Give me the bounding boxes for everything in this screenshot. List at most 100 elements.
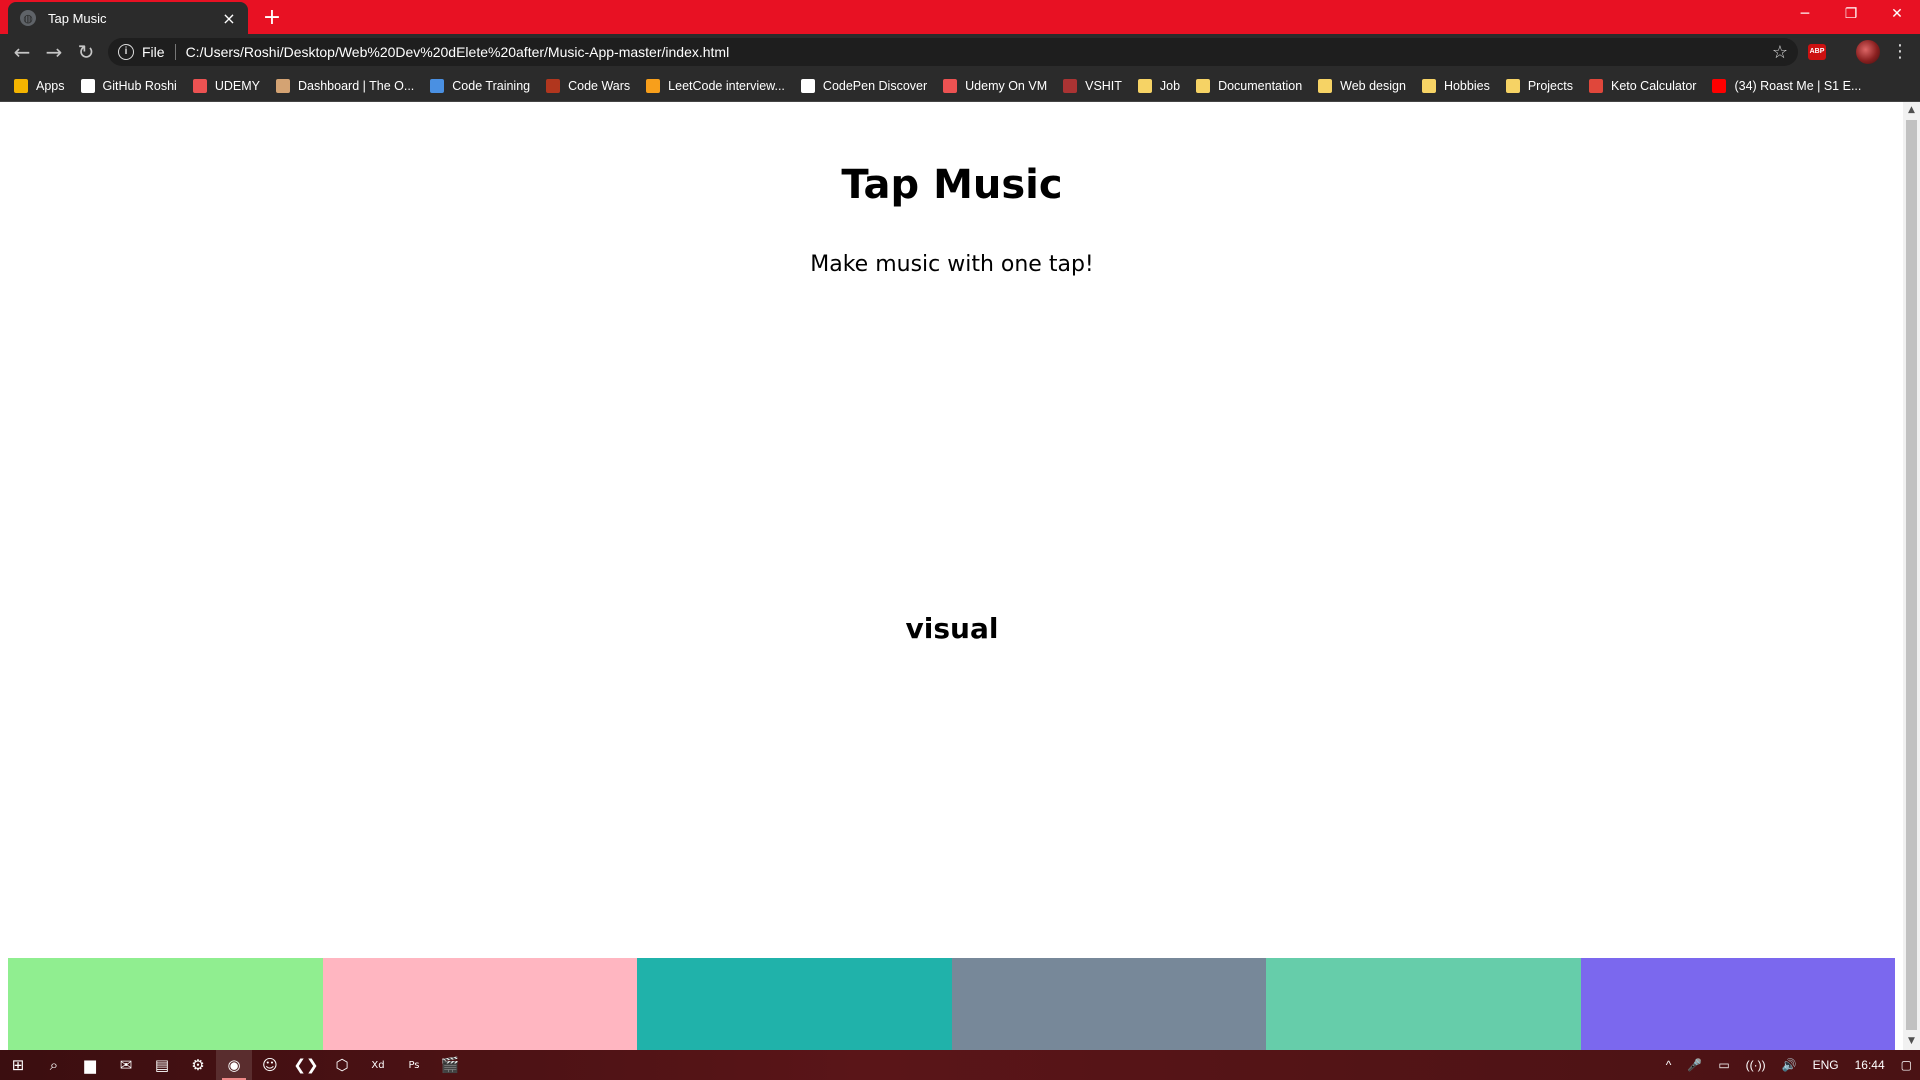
folder-icon: ▆	[84, 1056, 96, 1074]
pad-6[interactable]	[1580, 958, 1895, 1050]
bookmark-label: GitHub Roshi	[102, 78, 177, 93]
bookmark-label: Documentation	[1218, 78, 1303, 93]
language-indicator[interactable]: ENG	[1813, 1058, 1839, 1072]
clapper[interactable]: 🎬	[432, 1050, 468, 1080]
address-bar[interactable]: i File C:/Users/Roshi/Desktop/Web%20Dev%…	[108, 38, 1798, 66]
vscode-icon: ❮❯	[293, 1056, 319, 1074]
search-button[interactable]: ⌕	[36, 1050, 72, 1080]
browser-toolbar: ← → ↻ i File C:/Users/Roshi/Desktop/Web%…	[0, 34, 1920, 70]
info-icon[interactable]: i	[118, 44, 134, 60]
folder-icon	[1318, 78, 1333, 93]
bookmark-item[interactable]: Documentation	[1196, 78, 1303, 93]
profile-avatar[interactable]	[1856, 40, 1880, 64]
app-5[interactable]: ▤	[144, 1050, 180, 1080]
bookmark-item[interactable]: Code Training	[430, 78, 530, 93]
folder-icon	[1505, 78, 1520, 93]
volume-icon[interactable]: 🔊	[1782, 1058, 1797, 1072]
chrome[interactable]: ◉	[216, 1050, 252, 1080]
page-scrollbar[interactable]: ▲ ▼	[1903, 102, 1920, 1050]
sound-pads	[8, 958, 1895, 1050]
pad-5[interactable]	[1266, 958, 1581, 1050]
close-tab-icon[interactable]: ×	[220, 9, 238, 28]
bookmark-label: LeetCode interview...	[668, 78, 785, 93]
scrollbar-thumb[interactable]	[1906, 120, 1917, 1030]
github-icon	[80, 78, 95, 93]
virtualbox[interactable]: ⬡	[324, 1050, 360, 1080]
bookmark-item[interactable]: CodePen Discover	[800, 78, 928, 93]
windows-icon: ⊞	[11, 1056, 25, 1074]
bookmark-item[interactable]: (34) Roast Me | S1 E...	[1712, 78, 1862, 93]
photoshop[interactable]: Ps	[396, 1050, 432, 1080]
chrome-icon: ◉	[227, 1056, 241, 1074]
reload-icon[interactable]: ↻	[72, 38, 100, 66]
discord[interactable]: ☺	[252, 1050, 288, 1080]
bookmark-item[interactable]: Apps	[14, 78, 65, 93]
battery-icon[interactable]: ▭	[1718, 1058, 1729, 1072]
keto-icon	[1588, 78, 1603, 93]
cloud-icon	[430, 78, 445, 93]
adobe-xd[interactable]: Xd	[360, 1050, 396, 1080]
tab-title: Tap Music	[48, 10, 107, 26]
bookmark-label: CodePen Discover	[822, 78, 928, 93]
vscode[interactable]: ❮❯	[288, 1050, 324, 1080]
file-explorer[interactable]: ▆	[72, 1050, 108, 1080]
notifications-icon[interactable]: ▢	[1901, 1058, 1912, 1072]
browser-tab[interactable]: ◍ Tap Music ×	[8, 2, 248, 34]
steam[interactable]: ⚙	[180, 1050, 216, 1080]
bookmark-item[interactable]: Web design	[1318, 78, 1406, 93]
globe-icon: ◍	[20, 10, 36, 26]
bookmark-item[interactable]: Dashboard | The O...	[276, 78, 414, 93]
bookmark-item[interactable]: LeetCode interview...	[646, 78, 785, 93]
page-viewport: Tap Music Make music with one tap! visua…	[0, 102, 1920, 1050]
udemy-icon	[943, 78, 958, 93]
bookmark-label: Job	[1159, 78, 1181, 93]
bookmark-item[interactable]: VSHIT	[1063, 78, 1122, 93]
start-button[interactable]: ⊞	[0, 1050, 36, 1080]
pad-1[interactable]	[8, 958, 323, 1050]
new-tab-button[interactable]: +	[258, 4, 286, 32]
windows-taskbar: ⊞ ⌕ ▆ ✉ ▤ ⚙ ◉ ☺ ❮❯ ⬡ Xd Ps 🎬 ^ 🎤 ▭ ((·)) 🔊 ENG 16:44…	[0, 1050, 1920, 1080]
menu-icon[interactable]: ⋮	[1890, 38, 1910, 66]
steam-icon: ⚙	[191, 1056, 205, 1074]
bookmark-label: Web design	[1340, 78, 1406, 93]
bookmark-label: (34) Roast Me | S1 E...	[1734, 78, 1862, 93]
bookmark-item[interactable]: Projects	[1505, 78, 1573, 93]
back-arrow-icon[interactable]: ←	[8, 38, 36, 66]
pad-2[interactable]	[322, 958, 637, 1050]
leetcode-icon	[646, 78, 661, 93]
youtube-icon	[1712, 78, 1727, 93]
bookmark-label: Projects	[1527, 78, 1573, 93]
wifi-icon[interactable]: ((·))	[1746, 1058, 1766, 1072]
bookmark-item[interactable]: Hobbies	[1421, 78, 1490, 93]
bookmark-item[interactable]: Code Wars	[546, 78, 630, 93]
page-title: Tap Music	[841, 162, 1063, 208]
close-window-icon[interactable]: ✕	[1874, 0, 1920, 28]
pad-4[interactable]	[951, 958, 1266, 1050]
microphone-icon[interactable]: 🎤	[1687, 1058, 1702, 1072]
bookmark-item[interactable]: Job	[1137, 78, 1181, 93]
system-tray: ^ 🎤 ▭ ((·)) 🔊 ENG 16:44 ▢	[1658, 1050, 1920, 1080]
clock[interactable]: 16:44	[1855, 1058, 1885, 1072]
minimize-icon[interactable]: ─	[1782, 0, 1828, 28]
search-icon: ⌕	[49, 1056, 59, 1074]
bookmark-item[interactable]: GitHub Roshi	[80, 78, 177, 93]
vshit-icon	[1063, 78, 1078, 93]
bookmark-label: Keto Calculator	[1610, 78, 1697, 93]
bookmark-item[interactable]: Keto Calculator	[1588, 78, 1697, 93]
bookmark-item[interactable]: UDEMY	[192, 78, 260, 93]
tray-chevron-icon[interactable]: ^	[1666, 1058, 1672, 1072]
scroll-up-icon[interactable]: ▲	[1903, 102, 1920, 119]
folder-icon	[1421, 78, 1436, 93]
folder-icon	[1137, 78, 1152, 93]
adblock-icon[interactable]: ABP	[1808, 44, 1826, 60]
pad-3[interactable]	[637, 958, 952, 1050]
cube-icon: ⬡	[335, 1056, 349, 1074]
url-text[interactable]: C:/Users/Roshi/Desktop/Web%20Dev%20dElet…	[186, 44, 1772, 60]
visual-area-label: visual	[905, 612, 999, 645]
bookmark-item[interactable]: Udemy On VM	[943, 78, 1047, 93]
forward-arrow-icon[interactable]: →	[40, 38, 68, 66]
outlook[interactable]: ✉	[108, 1050, 144, 1080]
restore-icon[interactable]: ❐	[1828, 0, 1874, 28]
bookmark-star-icon[interactable]: ☆	[1772, 42, 1788, 63]
scroll-down-icon[interactable]: ▼	[1903, 1033, 1920, 1050]
